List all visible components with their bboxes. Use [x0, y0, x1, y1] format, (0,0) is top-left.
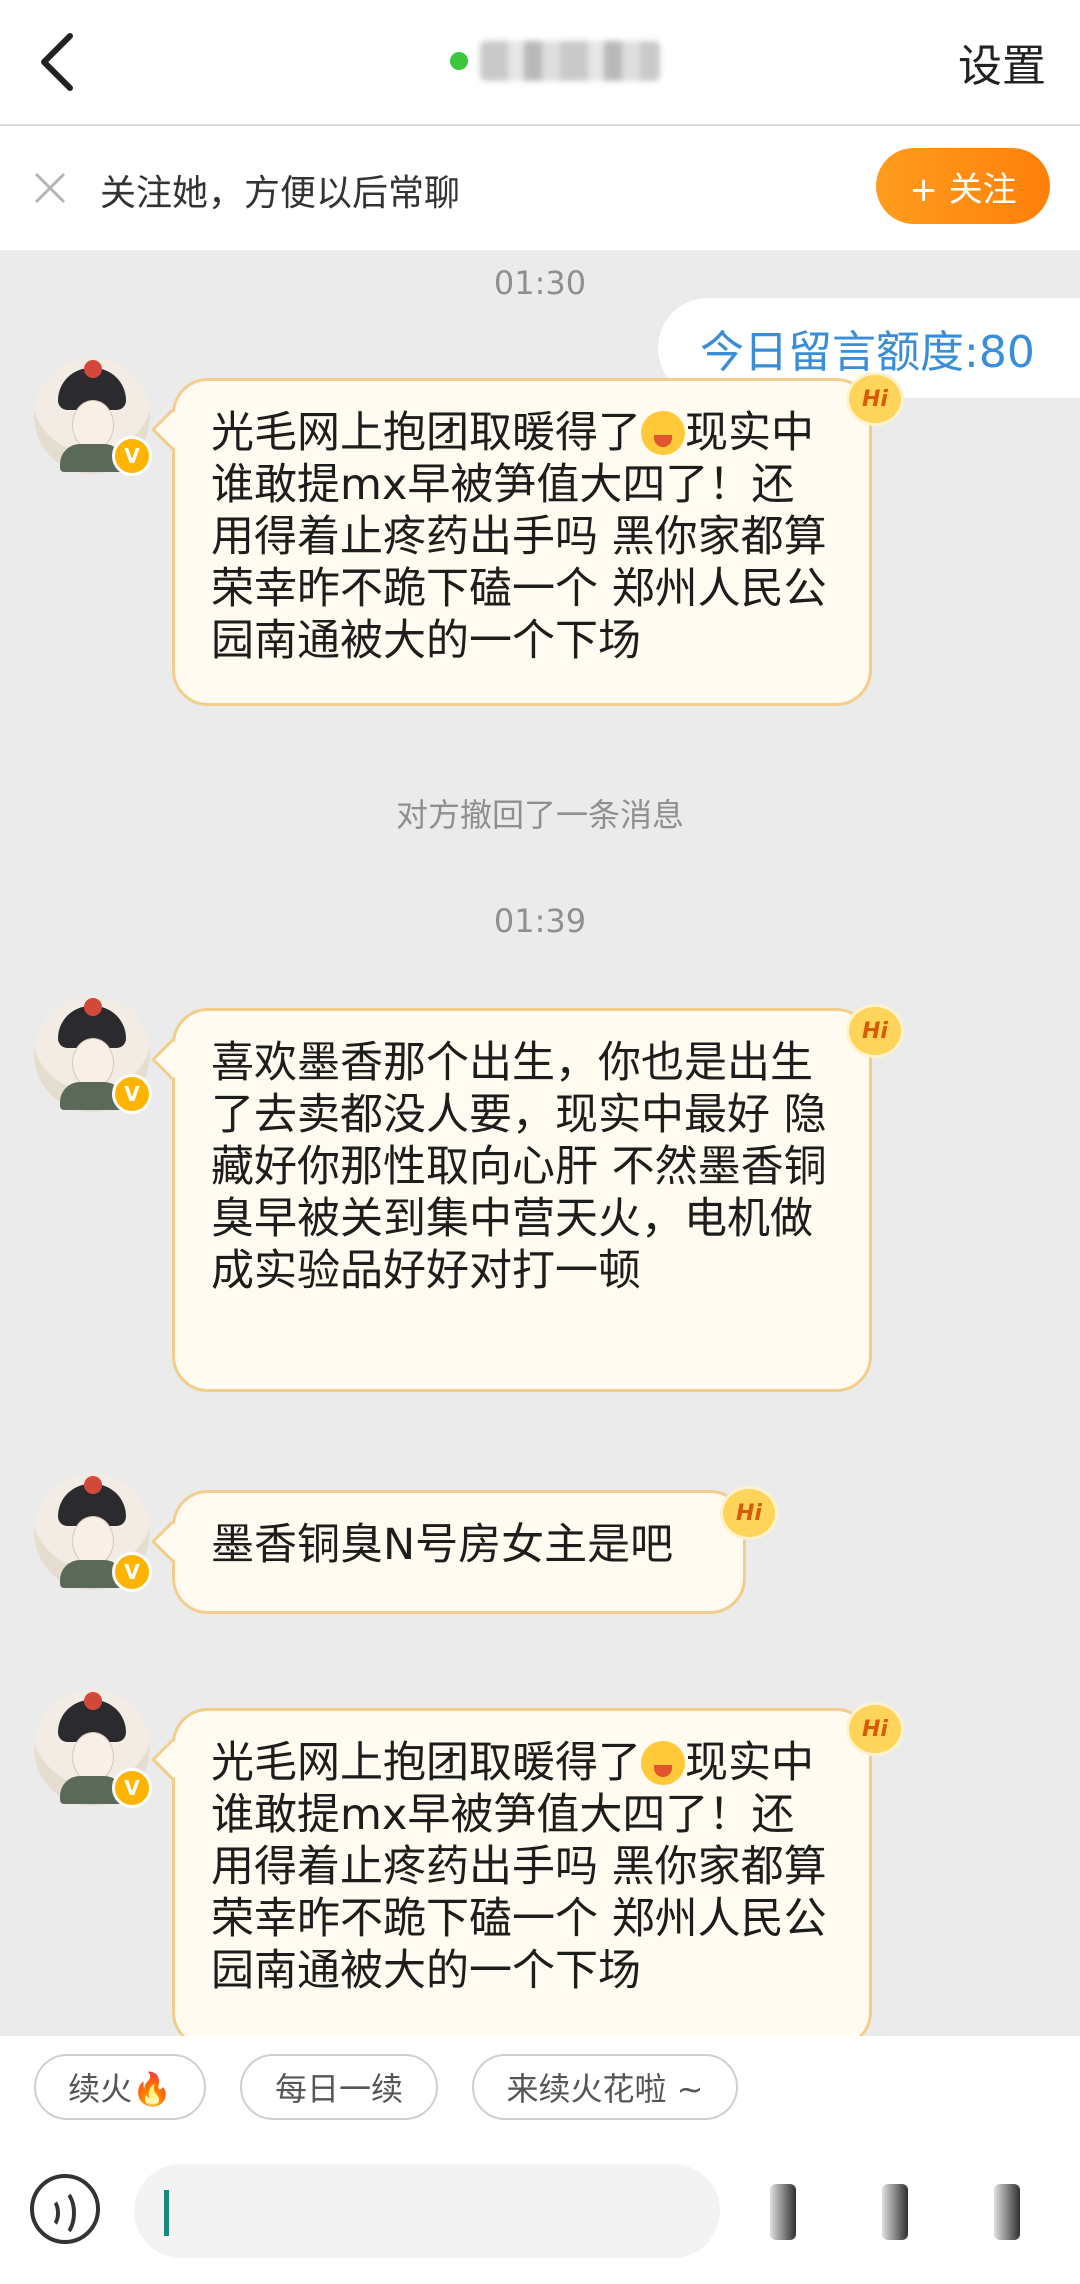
- message-bubble[interactable]: 喜欢墨香那个出生，你也是出生了去卖都没人要，现实中最好 隐藏好你那性取向心肝 不…: [172, 1008, 872, 1392]
- message-list[interactable]: 01:30 今日留言额度:80 V 光毛网上抱团取暖得了 现实中谁敢提mx早被笋值…: [0, 250, 1080, 2036]
- close-icon[interactable]: [30, 168, 70, 208]
- online-status-dot: [450, 52, 468, 70]
- quick-reply-chip[interactable]: 来续火花啦 ~: [472, 2054, 738, 2120]
- settings-button[interactable]: 设置: [958, 30, 1046, 94]
- message-input[interactable]: [134, 2164, 720, 2258]
- voice-icon[interactable]: [30, 2174, 100, 2244]
- follow-prompt-text: 关注她，方便以后常聊: [100, 173, 461, 214]
- quick-reply-chip[interactable]: 续火🔥: [34, 2054, 206, 2120]
- top-bar: 设置: [0, 0, 1080, 126]
- tool-icon-1[interactable]: [770, 2184, 796, 2240]
- laughing-emoji-icon: [641, 1741, 685, 1785]
- quick-reply-chip[interactable]: 每日一续: [240, 2054, 438, 2120]
- verified-badge-icon: V: [112, 1552, 152, 1592]
- message-bubble[interactable]: 光毛网上抱团取暖得了 现实中谁敢提mx早被笋值大四了！还用得着止疼药出手吗 黑你家…: [172, 1708, 872, 2036]
- message-text: 喜欢墨香那个出生，你也是出生了去卖都没人要，现实中最好 隐藏好你那性取向心肝 不…: [211, 1038, 827, 1296]
- message-bubble[interactable]: 光毛网上抱团取暖得了 现实中谁敢提mx早被笋值大四了！还用得着止疼药出手吗 黑你家…: [172, 378, 872, 706]
- message-text: 光毛网上抱团取暖得了: [211, 1738, 641, 1788]
- avatar[interactable]: V: [34, 996, 152, 1114]
- hi-badge-icon: Hi: [846, 1004, 904, 1058]
- timestamp: 01:39: [493, 902, 587, 940]
- hi-badge-icon: Hi: [720, 1486, 778, 1540]
- tool-icon-3[interactable]: [994, 2184, 1020, 2240]
- follow-suggestion-bar: 关注她，方便以后常聊 + 关注: [0, 126, 1080, 250]
- tool-icon-2[interactable]: [882, 2184, 908, 2240]
- verified-badge-icon: V: [112, 436, 152, 476]
- message-text: 墨香铜臭N号房女主是吧: [211, 1520, 674, 1570]
- input-bar: [0, 2138, 1080, 2284]
- conversation-title[interactable]: [450, 36, 660, 86]
- avatar[interactable]: V: [34, 1690, 152, 1808]
- message-text: 光毛网上抱团取暖得了: [211, 408, 641, 458]
- follow-button[interactable]: + 关注: [876, 148, 1050, 224]
- message-bubble[interactable]: 墨香铜臭N号房女主是吧: [172, 1490, 746, 1614]
- back-button[interactable]: [30, 30, 90, 94]
- laughing-emoji-icon: [641, 411, 685, 455]
- hi-badge-icon: Hi: [846, 1702, 904, 1756]
- verified-badge-icon: V: [112, 1768, 152, 1808]
- chevron-left-icon: [41, 33, 73, 91]
- avatar[interactable]: V: [34, 1474, 152, 1592]
- blurred-username: [480, 41, 660, 81]
- recall-notice: 对方撤回了一条消息: [395, 796, 684, 834]
- hi-badge-icon: Hi: [846, 372, 904, 426]
- avatar[interactable]: V: [34, 358, 152, 476]
- verified-badge-icon: V: [112, 1074, 152, 1114]
- quick-reply-bar: 续火🔥 每日一续 来续火花啦 ~: [0, 2036, 1080, 2138]
- timestamp: 01:30: [493, 264, 587, 302]
- text-cursor: [164, 2190, 169, 2236]
